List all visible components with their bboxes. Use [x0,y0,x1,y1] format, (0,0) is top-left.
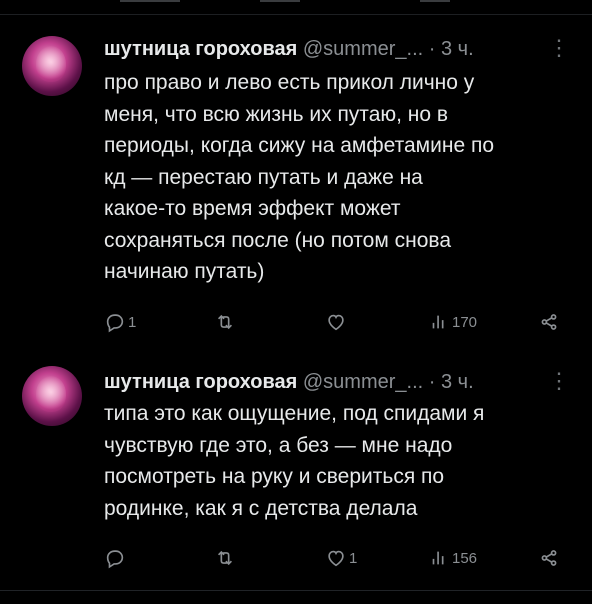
tweet-actions: 1 156 [0,544,592,572]
avatar[interactable] [22,366,82,426]
retweet-icon [217,550,233,566]
views-button[interactable]: 156 [428,544,477,572]
views-button[interactable]: 170 [428,308,477,336]
reply-count: 1 [128,313,137,331]
share-button[interactable] [538,544,560,572]
tweet-actions: 1 170 [0,308,592,336]
timestamp[interactable]: 3 ч. [441,38,474,60]
share-icon [541,550,557,566]
tweet[interactable]: шутница гороховая @summer_... · 3 ч. ⋮ п… [0,0,592,350]
author-handle[interactable]: @summer_... [303,38,423,60]
tweet-text: про право и лево есть прикол лично у мен… [104,71,495,283]
author-name[interactable]: шутница гороховая [104,38,297,60]
author-name[interactable]: шутница гороховая [104,371,297,393]
reply-icon [106,314,124,333]
author-handle[interactable]: @summer_... [303,371,423,393]
like-button[interactable] [325,308,349,336]
timestamp[interactable]: 3 ч. [441,371,474,393]
tweet[interactable]: шутница гороховая @summer_... · 3 ч. ⋮ т… [0,350,592,586]
separator-dot: · [428,38,436,60]
retweet-button[interactable] [214,544,238,572]
divider [0,590,592,591]
views-count: 170 [452,313,478,331]
tweet-header: шутница гороховая @summer_... · 3 ч. [104,37,474,61]
like-button[interactable]: 1 [325,544,357,572]
separator-dot: · [428,371,436,393]
views-icon [432,315,444,329]
reply-button[interactable]: 1 [104,308,136,336]
reply-icon [106,550,124,569]
more-dots-icon[interactable]: ⋮ [548,370,570,392]
share-icon [541,314,557,330]
views-icon [432,551,444,565]
tweet-text: типа это как ощущение, под спидами я чув… [104,402,485,520]
heart-icon [328,314,344,331]
views-count: 156 [452,549,478,567]
like-count: 1 [349,549,358,567]
share-button[interactable] [538,308,560,336]
heart-icon [328,550,344,567]
tweet-header: шутница гороховая @summer_... · 3 ч. [104,370,474,394]
retweet-icon [217,314,233,330]
reply-button[interactable] [104,544,128,572]
more-dots-icon[interactable]: ⋮ [548,37,570,59]
retweet-button[interactable] [214,308,238,336]
avatar[interactable] [22,36,82,96]
